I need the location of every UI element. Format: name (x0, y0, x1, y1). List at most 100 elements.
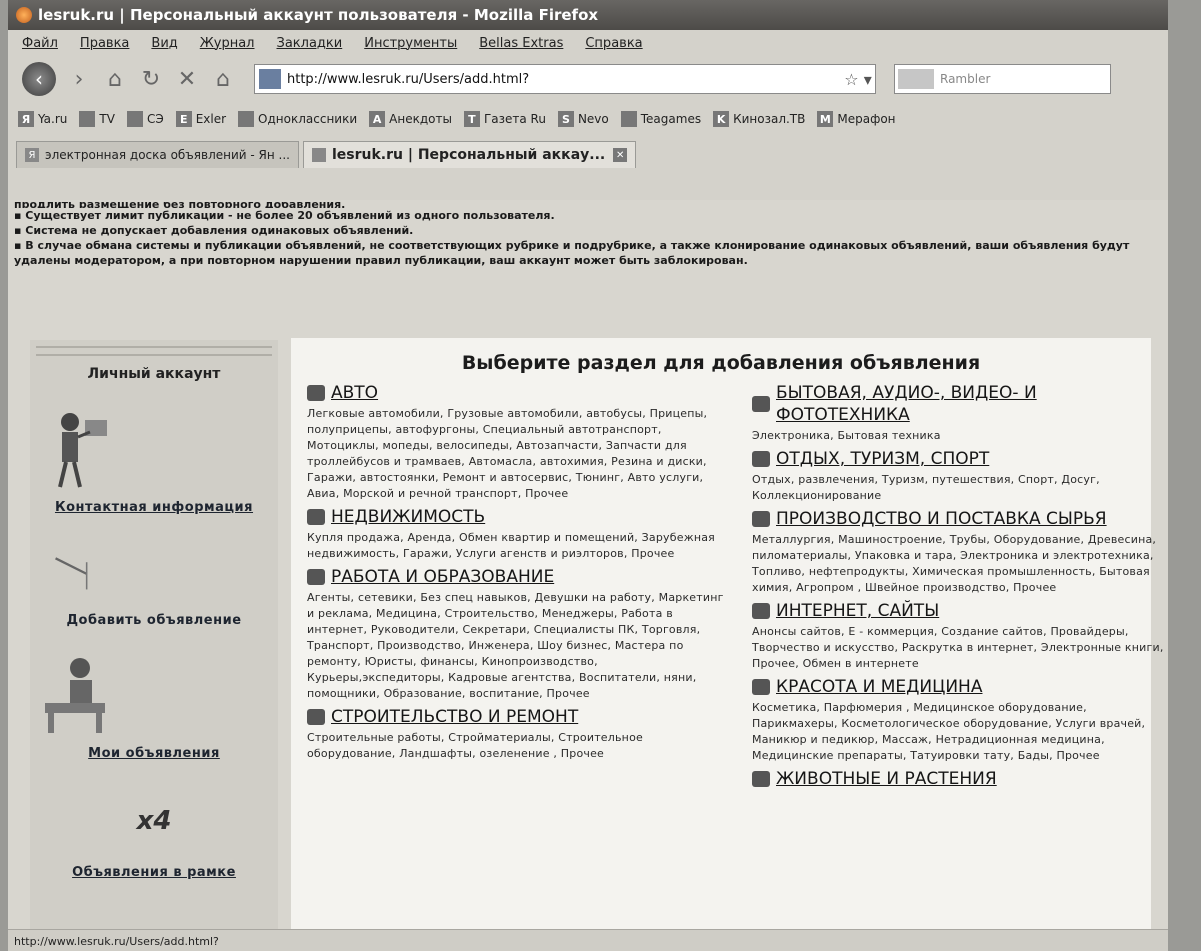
page-title: Выберите раздел для добавления объявлени… (461, 352, 981, 374)
home-button[interactable]: ⌂ (210, 66, 236, 92)
account-sidebar: Личный аккаунт Контактная информация Доб… (30, 340, 278, 929)
tab-close-icon[interactable]: ✕ (613, 148, 628, 162)
category-electronics: БЫТОВАЯ, АУДИО-, ВИДЕО- И ФОТОТЕХНИКА Эл… (752, 382, 1168, 444)
add-ad-link[interactable]: Добавить объявление (30, 613, 278, 628)
bookmark-marafon[interactable]: M Мерафон (817, 111, 896, 127)
category-animals-link[interactable]: ЖИВОТНЫЕ И РАСТЕНИЯ (752, 768, 1168, 790)
status-bar: http://www.lesruk.ru/Users/add.html? (8, 929, 1168, 951)
palm-icon (752, 451, 770, 467)
status-url: http://www.lesruk.ru/Users/add.html? (14, 934, 219, 948)
menu-file[interactable]: Файл (22, 36, 58, 51)
forward-button[interactable]: › (66, 66, 92, 92)
firefox-icon (16, 7, 32, 23)
bookmark-exler[interactable]: E Exler (175, 111, 226, 127)
tv-icon (79, 111, 96, 127)
bookmark-tv[interactable]: TV (79, 111, 115, 127)
menu-view[interactable]: Вид (151, 36, 177, 51)
bookmark-kinozal[interactable]: K Кинозал.ТВ (713, 111, 805, 127)
tab-lesruk[interactable]: lesruk.ru | Персональный аккау... ✕ (302, 141, 637, 168)
yandex-icon: Я (25, 148, 39, 162)
framed-ads-badge: x4 (109, 781, 199, 861)
sidebar-title: Личный аккаунт (87, 366, 221, 382)
menu-help[interactable]: Справка (585, 36, 642, 51)
category-auto: АВТО Легковые автомобили, Грузовые автом… (307, 382, 727, 502)
bookmark-odnoklassniki[interactable]: Одноклассники (238, 111, 357, 127)
bookmark-anekdoty[interactable]: A Анекдоты (369, 111, 452, 127)
exler-icon: E (175, 111, 192, 127)
tab-strip: Я электронная доска объявлений - Ян ... … (8, 136, 1168, 168)
contact-info-link[interactable]: Контактная информация (30, 500, 278, 515)
menu-bar: Файл Правка Вид Журнал Закладки Инструме… (8, 30, 1168, 56)
tab-yandex-board[interactable]: Я электронная доска объявлений - Ян ... (16, 141, 299, 168)
browser-window: lesruk.ru | Персональный аккаунт пользов… (8, 0, 1168, 951)
category-leisure: ОТДЫХ, ТУРИЗМ, СПОРТ Отдых, развлечения,… (752, 448, 1168, 504)
category-column-left: АВТО Легковые автомобили, Грузовые автом… (307, 382, 727, 766)
page-icon (620, 111, 637, 127)
category-auto-desc: Легковые автомобили, Грузовые автомобили… (307, 407, 708, 500)
category-realty-link[interactable]: НЕДВИЖИМОСТЬ (307, 506, 727, 528)
category-jobs-desc: Агенты, сетевики, Без спец навыков, Деву… (307, 591, 724, 700)
category-electronics-link[interactable]: БЫТОВАЯ, АУДИО-, ВИДЕО- И ФОТОТЕХНИКА (752, 382, 1168, 426)
paw-icon (752, 771, 770, 787)
menu-bookmarks[interactable]: Закладки (277, 36, 343, 51)
category-column-right: БЫТОВАЯ, АУДИО-, ВИДЕО- И ФОТОТЕХНИКА Эл… (752, 382, 1168, 794)
badge-text: x4 (136, 806, 172, 836)
ball-icon (126, 111, 143, 127)
desk-person-icon (45, 658, 105, 733)
pen-icon (55, 557, 88, 590)
search-box[interactable]: Rambler (894, 64, 1111, 94)
page-content: продлить размещение без повторного добав… (8, 200, 1168, 929)
search-placeholder[interactable]: Rambler (940, 72, 990, 86)
bookmark-star-icon[interactable]: ☆ ▾ (841, 70, 875, 89)
category-beauty-link[interactable]: КРАСОТА И МЕДИЦИНА (752, 676, 1168, 698)
bookmark-gazeta[interactable]: T Газета Ru (463, 111, 546, 127)
back-button[interactable]: ‹ (22, 62, 56, 96)
site-icon (311, 148, 326, 162)
car-icon (307, 385, 325, 401)
gazeta-icon: T (463, 111, 480, 127)
category-internet-desc: Анонсы сайтов, E - коммерция, Создание с… (752, 625, 1164, 670)
man-with-sign-icon (58, 413, 107, 488)
category-electronics-desc: Электроника, Бытовая техника (752, 429, 941, 442)
site-identity-icon[interactable] (259, 69, 281, 89)
globe-icon (752, 603, 770, 619)
category-jobs-link[interactable]: РАБОТА И ОБРАЗОВАНИЕ (307, 566, 727, 588)
stop-button[interactable]: ✕ (174, 66, 200, 92)
framed-ads-link[interactable]: Объявления в рамке (30, 865, 278, 880)
title-bar: lesruk.ru | Персональный аккаунт пользов… (8, 0, 1168, 30)
menu-tools[interactable]: Инструменты (364, 36, 457, 51)
category-auto-link[interactable]: АВТО (307, 382, 727, 404)
my-ads-link[interactable]: Мои объявления (30, 746, 278, 761)
notice-violation: ▪ В случае обмана системы и публикации о… (14, 239, 1130, 267)
category-construction-desc: Строительные работы, Стройматериалы, Стр… (307, 731, 643, 760)
menu-history[interactable]: Журнал (200, 36, 255, 51)
category-construction: СТРОИТЕЛЬСТВО И РЕМОНТ Строительные рабо… (307, 706, 727, 762)
divider (36, 346, 272, 356)
search-engine-icon[interactable] (898, 69, 934, 89)
bookmark-yaru[interactable]: Я Ya.ru (18, 111, 67, 127)
menu-edit[interactable]: Правка (80, 36, 129, 51)
category-leisure-link[interactable]: ОТДЫХ, ТУРИЗМ, СПОРТ (752, 448, 1168, 470)
category-industry-desc: Металлургия, Машиностроение, Трубы, Обор… (752, 533, 1157, 594)
reload-button[interactable]: ↻ (138, 66, 164, 92)
cosmetics-icon (752, 679, 770, 695)
navigation-toolbar: ‹ › ⌂ ↻ ✕ ⌂ http://www.lesruk.ru/Users/a… (8, 56, 1168, 102)
category-construction-link[interactable]: СТРОИТЕЛЬСТВО И РЕМОНТ (307, 706, 727, 728)
home-icon[interactable]: ⌂ (102, 66, 128, 92)
url-text[interactable]: http://www.lesruk.ru/Users/add.html? (287, 72, 841, 87)
window-title: lesruk.ru | Персональный аккаунт пользов… (38, 6, 599, 24)
bookmarks-toolbar: Я Ya.ru TV СЭ E Exler Одноклассники A Анекд… (8, 102, 1168, 136)
category-panel: Выберите раздел для добавления объявлени… (291, 338, 1163, 929)
category-animals: ЖИВОТНЫЕ И РАСТЕНИЯ (752, 768, 1168, 790)
menu-extras[interactable]: Bellas Extras (479, 36, 563, 51)
bookmark-teagames[interactable]: Teagames (620, 111, 701, 127)
notices: продлить размещение без повторного добав… (8, 200, 1168, 270)
bookmark-se[interactable]: СЭ (126, 111, 164, 127)
category-industry-link[interactable]: ПРОИЗВОДСТВО И ПОСТАВКА СЫРЬЯ (752, 508, 1168, 530)
category-internet-link[interactable]: ИНТЕРНЕТ, САЙТЫ (752, 600, 1168, 622)
address-bar[interactable]: http://www.lesruk.ru/Users/add.html? ☆ ▾ (254, 64, 876, 94)
tv-icon (752, 396, 770, 412)
category-realty: НЕДВИЖИМОСТЬ Купля продажа, Аренда, Обме… (307, 506, 727, 562)
bookmark-nevo[interactable]: S Nevo (557, 111, 609, 127)
notice-duplicates: ▪ Система не допускает добавления одинак… (14, 224, 414, 237)
